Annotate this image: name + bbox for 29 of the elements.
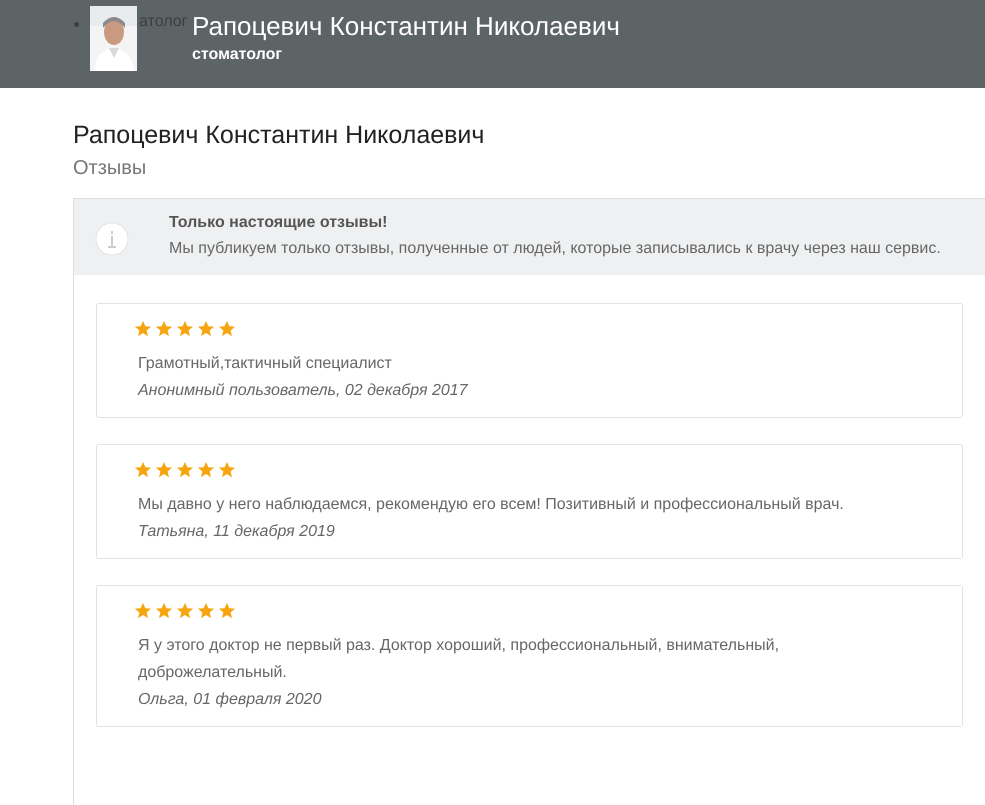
page-title: Рапоцевич Константин Николаевич	[73, 120, 486, 150]
review-author: Ольга, 01 февраля 2020	[137, 690, 322, 710]
review-text: Грамотный,тактичный специалист	[137, 354, 393, 374]
star-icon	[155, 461, 173, 479]
star-icon	[218, 461, 236, 479]
star-icon	[134, 602, 152, 620]
star-icon	[155, 602, 173, 620]
star-icon	[176, 320, 194, 338]
page-subtitle: Отзывы	[73, 156, 148, 180]
star-icon	[134, 320, 152, 338]
star-icon	[176, 602, 194, 620]
review-text: Я у этого доктор не первый раз. Доктор хороший, профессиональный, внимательный, доброжелательный.	[137, 636, 780, 683]
star-icon	[197, 602, 215, 620]
review-text: Мы давно у него наблюдаемся, рекомендую его всем! Позитивный и профессиональный врач.	[137, 495, 845, 515]
star-icon	[155, 320, 173, 338]
doctor-name: Рапоцевич Константин Николаевич	[192, 11, 620, 41]
doctor-specialty: стоматолог	[192, 46, 283, 64]
star-icon	[197, 461, 215, 479]
info-icon	[95, 222, 129, 256]
star-icon	[197, 320, 215, 338]
review-author: Татьяна, 11 декабря 2019	[137, 522, 336, 542]
review-author: Анонимный пользователь, 02 декабря 2017	[136, 381, 469, 401]
notice-title: Только настоящие отзывы!	[169, 213, 388, 233]
star-icon	[218, 320, 236, 338]
star-icon	[134, 461, 152, 479]
notice-text: Мы публикуем только отзывы, полученные от людей, которые записывались к врачу через наш сервис.	[169, 239, 941, 259]
bullet-icon	[74, 22, 79, 26]
star-icon	[176, 461, 194, 479]
star-icon	[218, 602, 236, 620]
